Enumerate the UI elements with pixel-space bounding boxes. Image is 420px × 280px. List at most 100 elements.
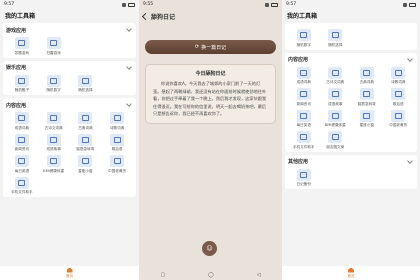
battery-icon: [409, 2, 416, 7]
app-tile[interactable]: 中国老黄历: [101, 155, 133, 174]
refresh-icon: ⟳: [194, 44, 200, 50]
app-tile[interactable]: 歇后语: [101, 133, 133, 153]
app-icon: [296, 88, 311, 100]
status-time: 9:57: [4, 2, 15, 7]
home-circle-icon[interactable]: ◯: [208, 272, 214, 278]
app-label: 星座小窗: [78, 168, 93, 173]
app-tile[interactable]: 随机数字: [38, 74, 70, 94]
app-tile[interactable]: 脑筋急转弯: [70, 133, 102, 153]
app-label: 答题游戏: [14, 50, 30, 55]
app-icon: [78, 112, 93, 124]
app-tile[interactable]: 扫雷游戏: [38, 37, 70, 56]
app-icon: [296, 131, 311, 143]
app-tile[interactable]: 随机选择: [70, 74, 102, 94]
app-label: 古诗文词典: [326, 80, 345, 84]
app-tile[interactable]: 成语词典: [6, 112, 38, 131]
refresh-diary-button[interactable]: ⟳ 换一篇日记: [145, 40, 276, 54]
app-label: 中国老黄历: [389, 123, 408, 127]
app-tile[interactable]: 古典词典: [351, 66, 383, 86]
section-card: 内容应用 成语词典 古诗文词典 古典词典 诗歌词典 新闻资讯 成语故事 脑筋急转…: [285, 52, 417, 152]
app-tile[interactable]: 星座小窗: [70, 155, 102, 174]
section-title: 娱乐应用: [6, 65, 27, 71]
emoji-fab-button[interactable]: ☺: [202, 241, 217, 256]
home-icon[interactable]: [348, 267, 354, 273]
app-label: 诗歌词典: [391, 80, 406, 84]
app-tile[interactable]: 歇后语: [383, 88, 415, 107]
app-tile[interactable]: 日记备份: [288, 168, 320, 188]
app-tile[interactable]: 朋友圈文案: [320, 131, 352, 150]
toolbox-screen-left: 9:57 我的工具箱 游戏应用 答题游戏 扫雷游戏 娱乐应用 随机骰子 随机数字…: [0, 0, 139, 280]
chevron-down-icon[interactable]: [407, 157, 413, 164]
chevron-down-icon[interactable]: [126, 101, 132, 107]
chevron-down-icon[interactable]: [407, 55, 413, 62]
app-icon: [46, 112, 61, 124]
section-title: 游戏应用: [6, 27, 27, 34]
chevron-down-icon[interactable]: [126, 26, 132, 32]
app-icon: [391, 109, 406, 122]
section-title: 内容应用: [6, 102, 27, 109]
app-label: 手机文件助手: [11, 190, 33, 194]
app-label: 新闻资讯: [296, 101, 311, 106]
app-tile[interactable]: 答题游戏: [6, 37, 38, 56]
app-label: 中国老黄历: [108, 168, 127, 173]
page-title: 我的工具箱: [5, 12, 36, 20]
chevron-down-icon[interactable]: [126, 63, 132, 70]
app-label: 古典词典: [78, 125, 93, 130]
app-label: 每日英语: [296, 123, 311, 127]
app-tile[interactable]: 成语故事: [320, 88, 352, 107]
app-tile[interactable]: BMI健康体重: [38, 155, 70, 174]
app-tile[interactable]: 脑筋急转弯: [351, 88, 383, 107]
back-icon[interactable]: [141, 12, 150, 20]
app-tile[interactable]: 新闻资讯: [6, 133, 38, 153]
app-label: 脑筋急转弯: [357, 101, 376, 106]
app-tile[interactable]: 古诗文词典: [38, 112, 70, 131]
app-label: 成语词典: [14, 125, 30, 130]
app-tile[interactable]: 新闻资讯: [288, 88, 320, 107]
app-tile[interactable]: 诗歌词典: [383, 66, 415, 86]
app-label: 每日英语: [14, 168, 30, 173]
app-icon: [14, 74, 29, 87]
app-tile[interactable]: 古典词典: [70, 112, 102, 131]
status-bar: 9:55: [139, 0, 282, 9]
toolbox-screen-right: 9:57 我的工具箱 随机数字 随机选择 内容应用 成语词典 古诗文词典 古典词…: [282, 0, 420, 280]
app-tile[interactable]: 随机数字: [288, 29, 320, 48]
app-tile[interactable]: 随机选择: [320, 29, 352, 48]
app-tile[interactable]: 随机骰子: [6, 74, 38, 94]
app-tile[interactable]: 成语词典: [288, 66, 320, 86]
app-label: BMI健康体重: [324, 123, 346, 127]
home-icon[interactable]: [66, 267, 73, 273]
nav-home-label[interactable]: 首页: [66, 274, 73, 279]
app-tile[interactable]: 每日英语: [6, 155, 38, 174]
app-label: 古典词典: [359, 80, 374, 84]
app-tile[interactable]: BMI健康体重: [320, 109, 352, 129]
app-icon: [46, 37, 61, 49]
app-icon: [14, 37, 29, 49]
status-icons: [122, 2, 135, 7]
status-icons: [265, 2, 278, 7]
status-bar: 9:57: [282, 0, 420, 9]
app-tile[interactable]: 古诗文词典: [320, 66, 352, 86]
app-tile[interactable]: 手机文件助手: [288, 131, 320, 150]
app-icon: [110, 133, 125, 146]
status-bar: 9:57: [0, 0, 139, 9]
back-triangle-icon[interactable]: ◁: [257, 272, 261, 278]
app-label: 新闻资讯: [14, 147, 30, 151]
app-icon: [46, 133, 61, 146]
app-icon: [391, 66, 406, 79]
app-label: 随机选择: [78, 88, 93, 92]
app-tile[interactable]: 星座小窗: [351, 109, 383, 129]
recents-icon[interactable]: ▢: [160, 272, 165, 278]
app-icon: [296, 109, 311, 122]
app-icon: [328, 66, 343, 79]
signal-icon: [265, 2, 269, 7]
app-label: 扫雷游戏: [46, 50, 61, 55]
app-collage: 9:57 我的工具箱 游戏应用 答题游戏 扫雷游戏 娱乐应用 随机骰子 随机数字…: [0, 0, 420, 280]
app-tile[interactable]: 中国老黄历: [383, 109, 415, 129]
app-tile[interactable]: 成语故事: [38, 133, 70, 153]
app-tile[interactable]: 每日英语: [288, 109, 320, 129]
system-nav-bar: ▢ ◯ ◁: [139, 270, 282, 280]
nav-home-label[interactable]: 首页: [347, 274, 354, 279]
app-tile[interactable]: 手机文件助手: [6, 176, 38, 196]
bottom-nav: 首页: [282, 266, 420, 280]
app-tile[interactable]: 诗歌词典: [101, 112, 133, 131]
